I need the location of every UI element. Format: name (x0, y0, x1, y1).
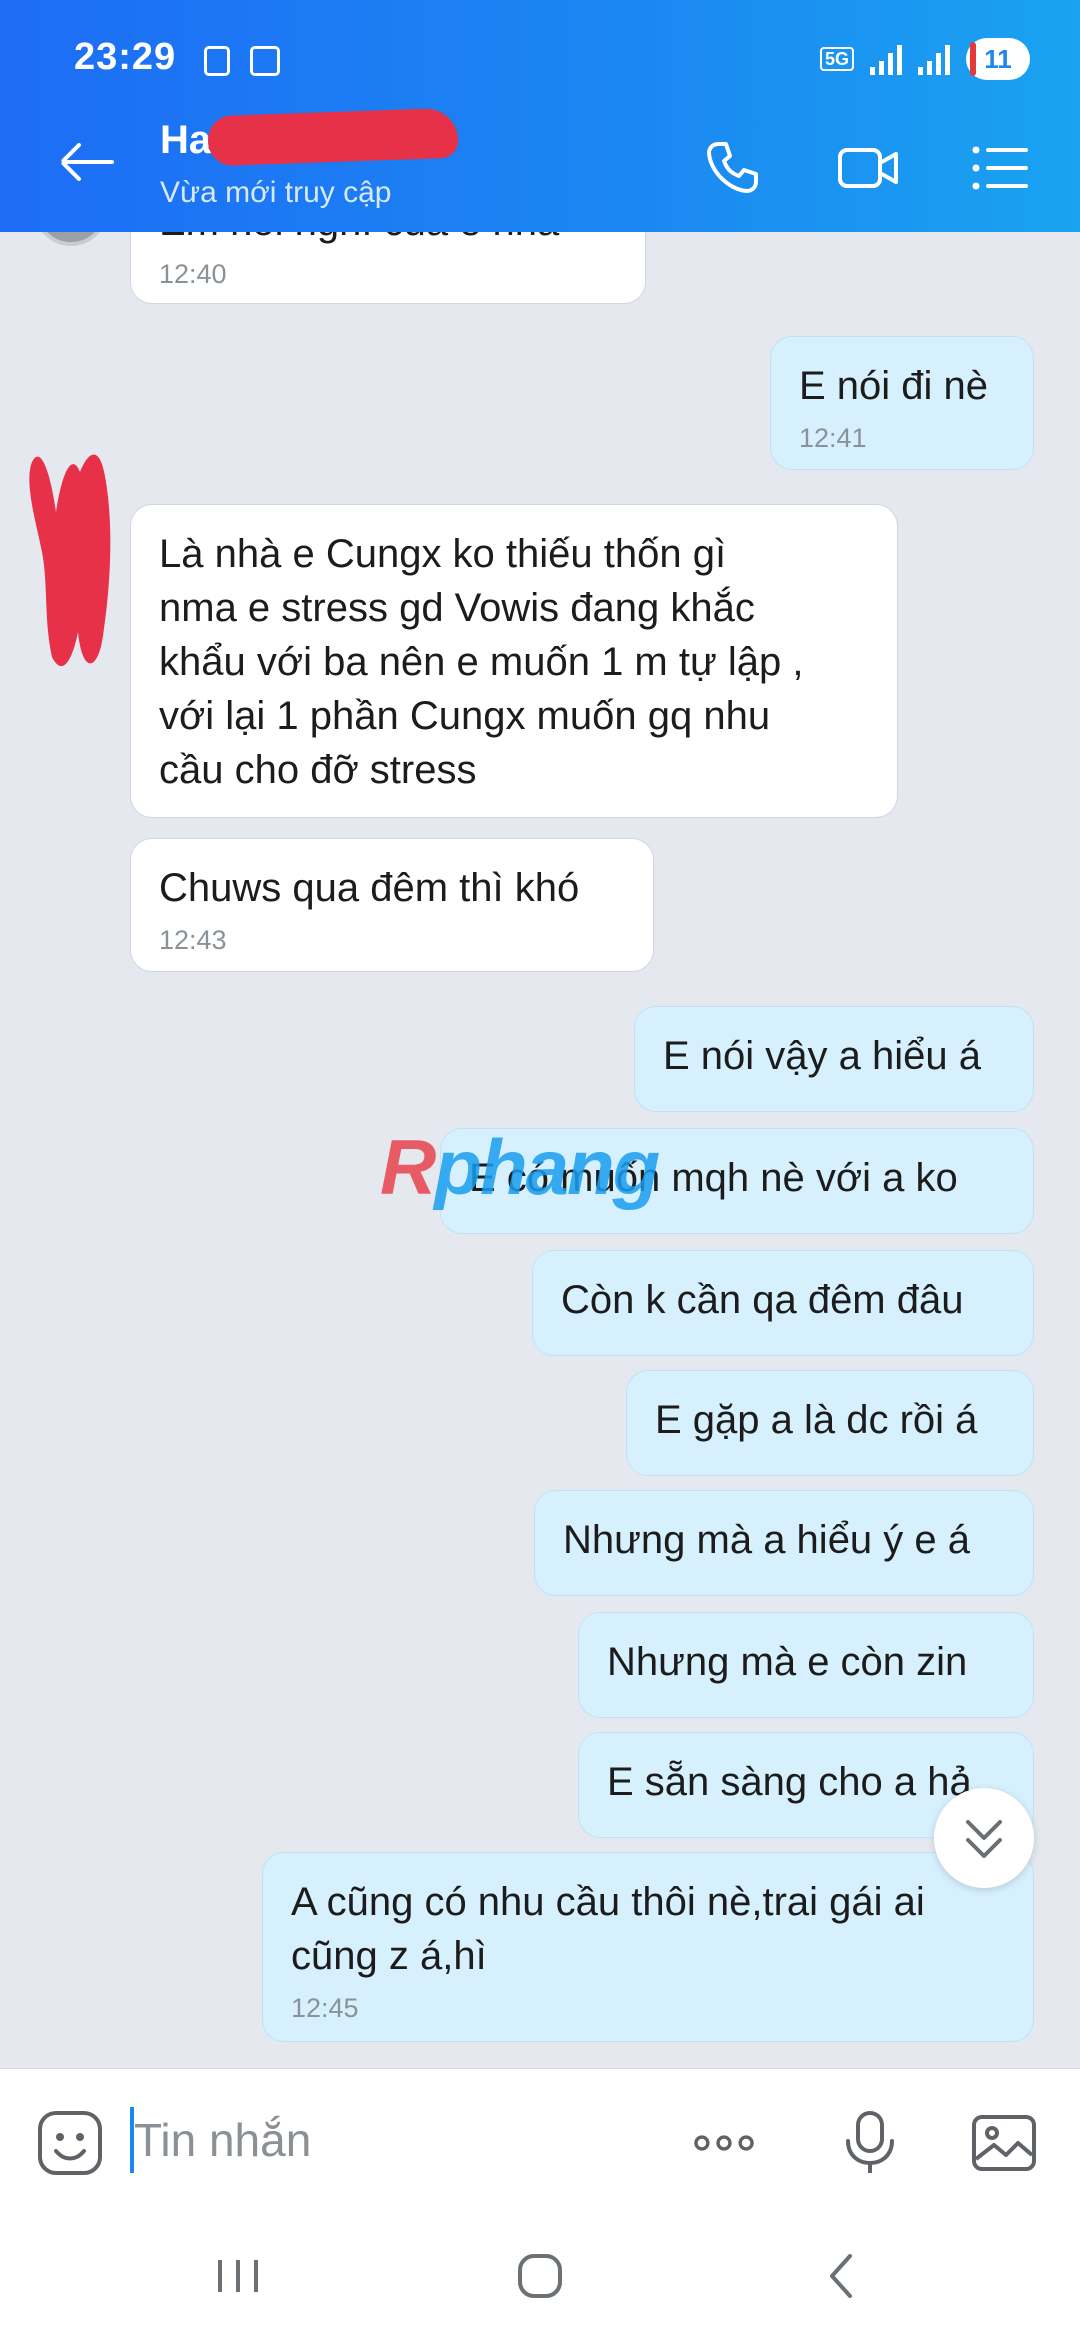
message-line: với lại 1 phần Cungx muốn gq nhu (159, 694, 771, 738)
status-time: 23:29 (74, 36, 177, 78)
message-bubble-outgoing[interactable]: E có muốn mqh nè với a ko (440, 1128, 1034, 1234)
message-input[interactable] (134, 2103, 654, 2177)
message-time: 12:40 (159, 259, 227, 289)
message-text: Nhưng mà e còn zin (607, 1640, 968, 1684)
chevron-double-down-icon (966, 1820, 1002, 1858)
message-bubble-outgoing[interactable]: Nhưng mà a hiểu ý e á (534, 1490, 1034, 1596)
message-time: 12:45 (291, 1993, 359, 2023)
message-bubble-outgoing[interactable]: Còn k cần qa đêm đâu (532, 1250, 1034, 1356)
media-icon (250, 46, 280, 76)
contact-name[interactable]: Ha (160, 118, 211, 163)
message-text: E có muốn mqh nè với a ko (469, 1156, 958, 1200)
message-text: Chuws qua đêm thì khó (159, 866, 580, 910)
message-bubble-outgoing[interactable]: E nói đi nè 12:41 (770, 336, 1034, 470)
message-bubble-outgoing[interactable]: A cũng có nhu cầu thôi nè,trai gái ai cũ… (262, 1852, 1034, 2042)
message-line: A cũng có nhu cầu thôi nè,trai gái ai (291, 1880, 925, 1924)
message-bubble-incoming[interactable]: Là nhà e Cungx ko thiếu thốn gì nma e st… (130, 504, 898, 818)
scroll-to-bottom-button[interactable] (934, 1788, 1034, 1888)
message-bubble-outgoing[interactable]: E nói vậy a hiểu á (634, 1006, 1034, 1112)
message-line: khẩu với ba nên e muốn 1 m tự lập , (159, 640, 804, 684)
message-bubble-outgoing[interactable]: Nhưng mà e còn zin (578, 1612, 1034, 1718)
signal-icon-2 (918, 43, 950, 75)
sticker-icon[interactable] (36, 2109, 104, 2177)
contact-status: Vừa mới truy cập (160, 176, 392, 209)
nav-back-icon[interactable] (810, 2244, 874, 2308)
chat-header: 23:29 5G 11 Ha Vừa mới truy cập (0, 0, 1080, 232)
gallery-icon[interactable] (970, 2109, 1038, 2177)
message-text: Em nói nghĩ của e nha (159, 232, 617, 249)
system-nav-bar (0, 2210, 1080, 2340)
message-line: Là nhà e Cungx ko thiếu thốn gì (159, 532, 727, 576)
message-line: nma e stress gd Vowis đang khắc (159, 586, 755, 630)
message-text: Còn k cần qa đêm đâu (561, 1278, 964, 1322)
more-icon[interactable] (690, 2109, 758, 2177)
mic-icon[interactable] (836, 2109, 904, 2177)
chat-area[interactable]: Em nói nghĩ của e nha 12:40 E nói đi nè … (0, 232, 1080, 2068)
message-text: E nói vậy a hiểu á (663, 1034, 981, 1078)
message-time: 12:43 (159, 925, 227, 955)
avatar[interactable] (34, 232, 108, 246)
message-composer (0, 2068, 1080, 2210)
message-line: cầu cho đỡ stress (159, 748, 477, 792)
status-right: 5G 11 (819, 38, 1030, 80)
message-text: Nhưng mà a hiểu ý e á (563, 1518, 971, 1562)
message-line: cũng z á,hì (291, 1934, 487, 1978)
notification-icon (204, 46, 230, 76)
message-time: 12:41 (799, 423, 867, 453)
message-text: E nói đi nè (799, 364, 989, 408)
message-bubble-incoming[interactable]: Em nói nghĩ của e nha 12:40 (130, 232, 646, 304)
signal-icon (870, 43, 902, 75)
back-arrow-icon[interactable] (60, 142, 116, 182)
recent-apps-icon[interactable] (206, 2244, 270, 2308)
avatar-redaction (29, 454, 111, 667)
status-bar: 23:29 5G 11 (0, 0, 1080, 120)
message-text: E gặp a là dc rồi á (655, 1398, 978, 1442)
phone-icon[interactable] (700, 136, 764, 200)
home-icon[interactable] (508, 2244, 572, 2308)
message-bubble-incoming[interactable]: Chuws qua đêm thì khó 12:43 (130, 838, 654, 972)
video-icon[interactable] (836, 136, 900, 200)
name-redaction (207, 107, 459, 167)
menu-list-icon[interactable] (968, 136, 1032, 200)
network-type: 5G (819, 47, 854, 71)
battery-icon: 11 (966, 38, 1030, 80)
message-bubble-outgoing[interactable]: E gặp a là dc rồi á (626, 1370, 1034, 1476)
